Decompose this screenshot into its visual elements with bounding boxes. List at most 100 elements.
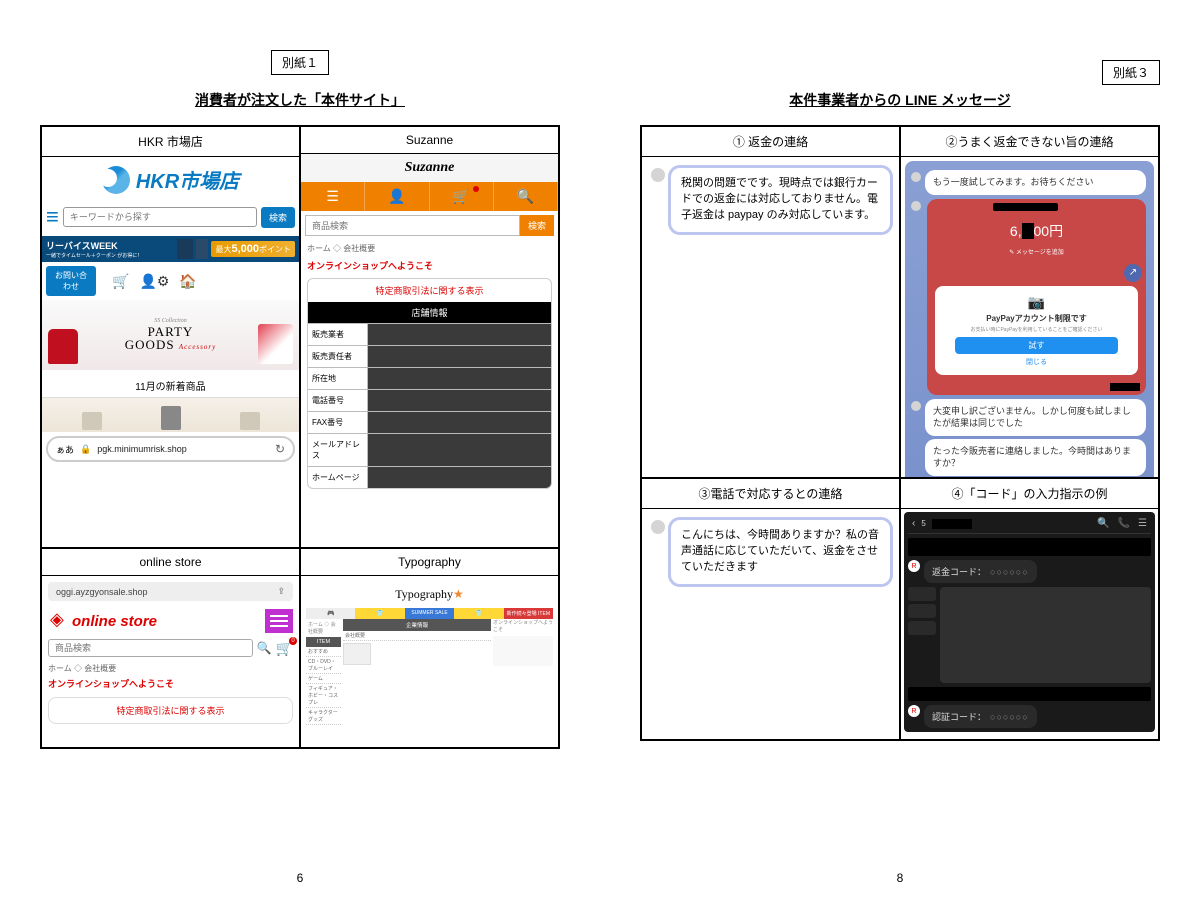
- masked-code: ○○○○○○: [990, 712, 1029, 722]
- promo-banner[interactable]: リーバイスWEEK 一緒でタイムセール＋クーポン がお得に！ 最大5,000ポイ…: [42, 236, 299, 262]
- main-content: 企業情報 会社概要: [343, 619, 491, 725]
- cart-icon[interactable]: 🛒: [112, 273, 129, 290]
- menu-icon[interactable]: ☰: [301, 182, 365, 211]
- search-input[interactable]: [63, 207, 257, 227]
- search-icon[interactable]: 🔍: [257, 641, 272, 655]
- avatar-icon: [911, 172, 921, 182]
- sidebar-item[interactable]: キャラクターグッズ: [306, 708, 341, 725]
- search-icon[interactable]: 🔍: [494, 182, 558, 211]
- cell-refund-contact: ① 返金の連絡 税関の問題でです。現時点では銀行カードでの返金には対応しておりま…: [641, 126, 900, 478]
- page-right: 別紙３ 本件事業者からの LINE メッセージ ① 返金の連絡 税関の問題でです…: [600, 0, 1200, 900]
- back-count: 5: [921, 519, 925, 528]
- lock-icon: 🔒: [80, 444, 91, 455]
- redacted: [1110, 383, 1140, 391]
- hkr-logo-text: HKR市場店: [136, 165, 239, 194]
- cell-code-input: ④「コード」の入力指示の例 ‹ 5 🔍 📞 ☰: [900, 478, 1159, 740]
- avatar-icon: R: [908, 705, 920, 717]
- line-message-bubble: こんにちは、今時間ありますか？私の音声通話に応じていただいて、返金をさせていただ…: [668, 517, 893, 587]
- sidebar-item[interactable]: ゲーム: [306, 674, 341, 684]
- user-icon[interactable]: 👤⚙: [139, 273, 169, 290]
- line-message-bubble: 税関の問題でです。現時点では銀行カードでの返金には対応しておりません。電子返金は…: [668, 165, 893, 235]
- contact-button[interactable]: お問い合わせ: [46, 266, 96, 296]
- menu-icon[interactable]: ☰: [1138, 518, 1147, 529]
- user-icon[interactable]: 👤: [365, 182, 429, 211]
- dark-chat-screenshot: ‹ 5 🔍 📞 ☰ R 返金コード：○○○○○○: [904, 512, 1155, 732]
- table-label: メールアドレス: [308, 434, 368, 466]
- hamburger-icon[interactable]: [265, 609, 293, 633]
- search-input[interactable]: [48, 639, 253, 657]
- message-input-hint: ✎ メッセージを追加: [927, 247, 1146, 260]
- appendix-tag: 別紙１: [271, 50, 329, 75]
- sidebar-item[interactable]: おすすめ: [306, 647, 341, 657]
- cell-phone-response: ③電話で対応するとの連絡 こんにちは、今時間ありますか？私の音声通話に応じていた…: [641, 478, 900, 740]
- share-icon[interactable]: ⇪: [277, 586, 285, 597]
- cell-suzanne: Suzanne Suzanne ☰ 👤 🛒 🔍 検索 ホーム ◇ 会社概要 オン…: [300, 126, 559, 548]
- cell-header: ④「コード」の入力指示の例: [901, 479, 1158, 509]
- page-number: 6: [297, 871, 304, 885]
- right-col: オンラインショップへようこそ: [493, 619, 553, 725]
- paypay-logo-icon: 📷: [941, 294, 1132, 311]
- cell-header: ③電話で対応するとの連絡: [642, 479, 899, 509]
- points-badge: 最大5,000ポイント: [211, 241, 295, 257]
- retry-button[interactable]: 試す: [955, 337, 1118, 354]
- chat-middle: [908, 587, 1151, 683]
- text-size-control[interactable]: ぁあ: [56, 443, 74, 456]
- table-label: 所在地: [308, 368, 368, 389]
- cart-icon[interactable]: 🛒: [430, 182, 494, 211]
- sidebar-item[interactable]: 会社概要: [343, 631, 491, 641]
- law-title: 特定商取引法に関する表示: [308, 279, 551, 302]
- avatar-icon: [651, 168, 665, 182]
- party-goods-banner[interactable]: SS Collection PARTY GOODS Accessory: [42, 300, 299, 370]
- breadcrumb: ホーム ◇ 会社概要: [301, 240, 558, 257]
- paypay-dialog: 📷 PayPayアカウント制限です お支払い時にPayPayを利用していることを…: [935, 286, 1138, 375]
- breadcrumb: ホーム ◇ 会社概要: [42, 661, 299, 676]
- page-title: 本件事業者からの LINE メッセージ: [640, 90, 1160, 110]
- search-button[interactable]: 検索: [261, 207, 295, 228]
- cart-icon[interactable]: 🛒: [276, 640, 293, 657]
- call-icon[interactable]: 📞: [1118, 518, 1130, 529]
- back-icon[interactable]: ‹: [912, 518, 915, 529]
- welcome-text: オンラインショップへようこそ: [301, 257, 558, 276]
- share-icon[interactable]: ↗: [1124, 264, 1142, 282]
- redacted: [908, 687, 1151, 701]
- dialog-title: PayPayアカウント制限です: [941, 313, 1132, 324]
- site-name: Suzanne: [301, 127, 558, 154]
- close-button[interactable]: 閉じる: [941, 357, 1132, 367]
- sidebar-item[interactable]: フィギュア・ホビー・コスプレ: [306, 684, 341, 708]
- table-label: 電話番号: [308, 390, 368, 411]
- page-number: 8: [897, 871, 904, 885]
- redacted: [932, 519, 972, 529]
- cell-hkr: HKR 市場店 HKR市場店 ≡ 検索 リーバイスWEEK 一緒で: [41, 126, 300, 548]
- new-arrivals-heading: 11月の新着商品: [42, 370, 299, 397]
- law-panel: 特定商取引法に関する表示 店舗情報 販売業者 販売責任者 所在地 電話番号 FA…: [307, 278, 552, 489]
- address-bar[interactable]: oggi.ayzgyonsale.shop ⇪: [48, 582, 293, 601]
- bag-icon: [48, 329, 78, 364]
- line-screenshot: もう一度試してみます。お待ちください 6, 00円 ✎ メッセージを追加 ↗ 📷…: [905, 161, 1154, 478]
- search-button[interactable]: 検索: [520, 215, 554, 236]
- hkr-logo: HKR市場店: [42, 157, 299, 202]
- amount-display: 6, 00円: [927, 211, 1146, 247]
- search-icon[interactable]: 🔍: [1097, 518, 1109, 529]
- sidebar: ホーム ◇ 会社概要 ITEM おすすめ CD・DVD・ブルーレイ ゲーム フィ…: [306, 619, 341, 725]
- sites-grid: HKR 市場店 HKR市場店 ≡ 検索 リーバイスWEEK 一緒で: [40, 125, 560, 749]
- avatar-icon: R: [908, 560, 920, 572]
- search-input[interactable]: [305, 215, 520, 236]
- line-message-bubble: もう一度試してみます。お待ちください: [925, 170, 1146, 195]
- hamburger-icon[interactable]: ≡: [46, 204, 59, 230]
- cell-header: ②うまく返金できない旨の連絡: [901, 127, 1158, 157]
- redacted: [1022, 223, 1034, 239]
- banner-subtitle: 一緒でタイムセール＋クーポン がお得に！: [46, 252, 142, 259]
- avatar-icon: [911, 201, 921, 211]
- dialog-subtitle: お支払い時にPayPayを利用していることをご確認ください: [941, 326, 1132, 333]
- appendix-tag: 別紙３: [1102, 60, 1160, 85]
- home-icon[interactable]: 🏠: [179, 273, 196, 290]
- address-bar[interactable]: ぁあ 🔒 pgk.minimumrisk.shop ↻: [46, 436, 295, 462]
- sidebar-item[interactable]: CD・DVD・ブルーレイ: [306, 657, 341, 674]
- reload-icon[interactable]: ↻: [275, 442, 285, 456]
- redacted: [368, 324, 551, 345]
- banner-title: リーバイスWEEK: [46, 239, 142, 252]
- page-title: 消費者が注文した「本件サイト」: [40, 90, 560, 110]
- line-message-bubble: たった今販売者に連絡しました。今時間はありますか？: [925, 439, 1146, 476]
- star-icon: ★: [453, 587, 464, 601]
- table-label: FAX番号: [308, 412, 368, 433]
